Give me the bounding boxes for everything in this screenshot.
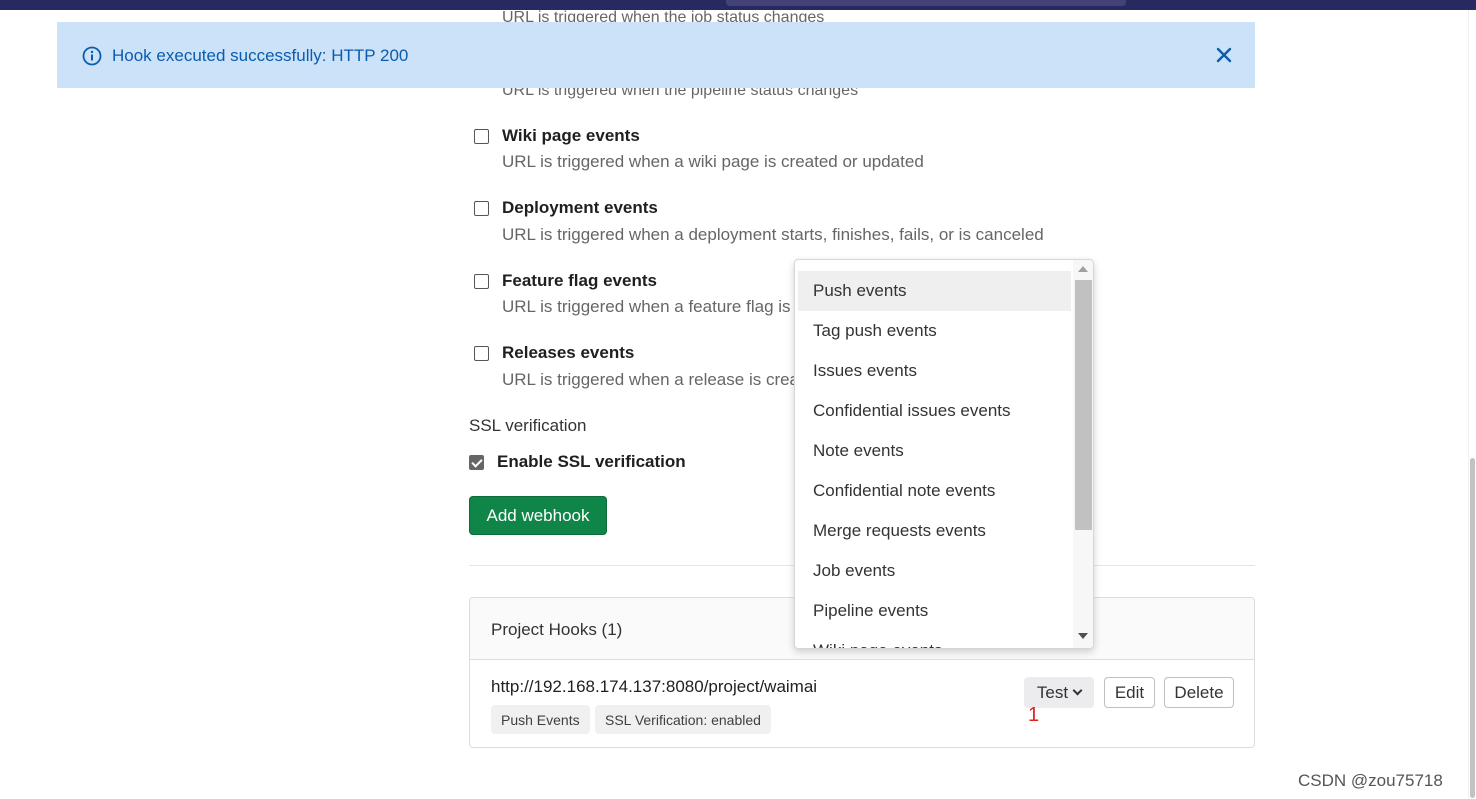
event-desc-releases: URL is triggered when a release is crea <box>502 370 800 389</box>
add-webhook-button[interactable]: Add webhook <box>469 496 607 535</box>
event-title-deployment: Deployment events <box>502 198 658 217</box>
test-dropdown-menu: Push events Tag push events Issues event… <box>794 259 1094 649</box>
dropdown-item-confidential-issues-events[interactable]: Confidential issues events <box>798 391 1071 431</box>
project-hooks-title: Project Hooks (1) <box>491 620 623 639</box>
dropdown-scrollbar[interactable] <box>1073 260 1093 648</box>
checkbox-releases-events[interactable] <box>474 346 489 361</box>
dropdown-item-tag-push-events[interactable]: Tag push events <box>798 311 1071 351</box>
test-button-label: Test <box>1036 682 1069 702</box>
delete-button[interactable]: Delete <box>1164 677 1234 708</box>
dropdown-scrollbar-thumb[interactable] <box>1075 280 1092 530</box>
badge-push-events: Push Events <box>491 705 590 734</box>
event-desc-wiki-page: URL is triggered when a wiki page is cre… <box>502 152 924 171</box>
chevron-down-icon <box>1072 685 1083 695</box>
edit-button[interactable]: Edit <box>1104 677 1155 708</box>
flash-notice: Hook executed successfully: HTTP 200 <box>57 22 1255 88</box>
watermark: CSDN @zou75718 <box>1298 771 1443 790</box>
enable-ssl-label[interactable]: Enable SSL verification <box>497 452 686 472</box>
checkbox-deployment-events[interactable] <box>474 201 489 216</box>
dropdown-item-wiki-page-events[interactable]: Wiki page events <box>798 631 1071 648</box>
close-icon[interactable] <box>1215 46 1233 64</box>
search-bar[interactable] <box>726 0 1126 6</box>
dropdown-item-note-events[interactable]: Note events <box>798 431 1071 471</box>
scroll-down-arrow-icon[interactable] <box>1078 633 1088 639</box>
flash-message: Hook executed successfully: HTTP 200 <box>112 46 409 65</box>
scroll-up-arrow-icon[interactable] <box>1078 266 1088 272</box>
ssl-section-label: SSL verification <box>469 416 587 435</box>
event-title-releases: Releases events <box>502 343 635 362</box>
dropdown-item-issues-events[interactable]: Issues events <box>798 351 1071 391</box>
checkbox-feature-flag-events[interactable] <box>474 274 489 289</box>
page-scrollbar-thumb[interactable] <box>1470 458 1475 798</box>
event-title-feature-flag: Feature flag events <box>502 271 657 290</box>
page-scrollbar[interactable] <box>1468 10 1476 799</box>
dropdown-item-merge-requests-events[interactable]: Merge requests events <box>798 511 1071 551</box>
badge-ssl-verification: SSL Verification: enabled <box>595 705 771 734</box>
dropdown-item-push-events[interactable]: Push events <box>798 271 1071 311</box>
hook-url: http://192.168.174.137:8080/project/waim… <box>491 677 818 696</box>
event-title-wiki-page: Wiki page events <box>502 126 640 145</box>
checkbox-enable-ssl[interactable] <box>469 455 484 470</box>
dropdown-item-job-events[interactable]: Job events <box>798 551 1071 591</box>
dropdown-item-confidential-note-events[interactable]: Confidential note events <box>798 471 1071 511</box>
dropdown-item-pipeline-events[interactable]: Pipeline events <box>798 591 1071 631</box>
event-desc-deployment: URL is triggered when a deployment start… <box>502 225 1044 244</box>
annotation-1: 1 <box>1028 704 1040 726</box>
checkbox-wiki-page-events[interactable] <box>474 129 489 144</box>
event-desc-feature-flag: URL is triggered when a feature flag is <box>502 297 791 316</box>
info-icon <box>82 46 102 66</box>
